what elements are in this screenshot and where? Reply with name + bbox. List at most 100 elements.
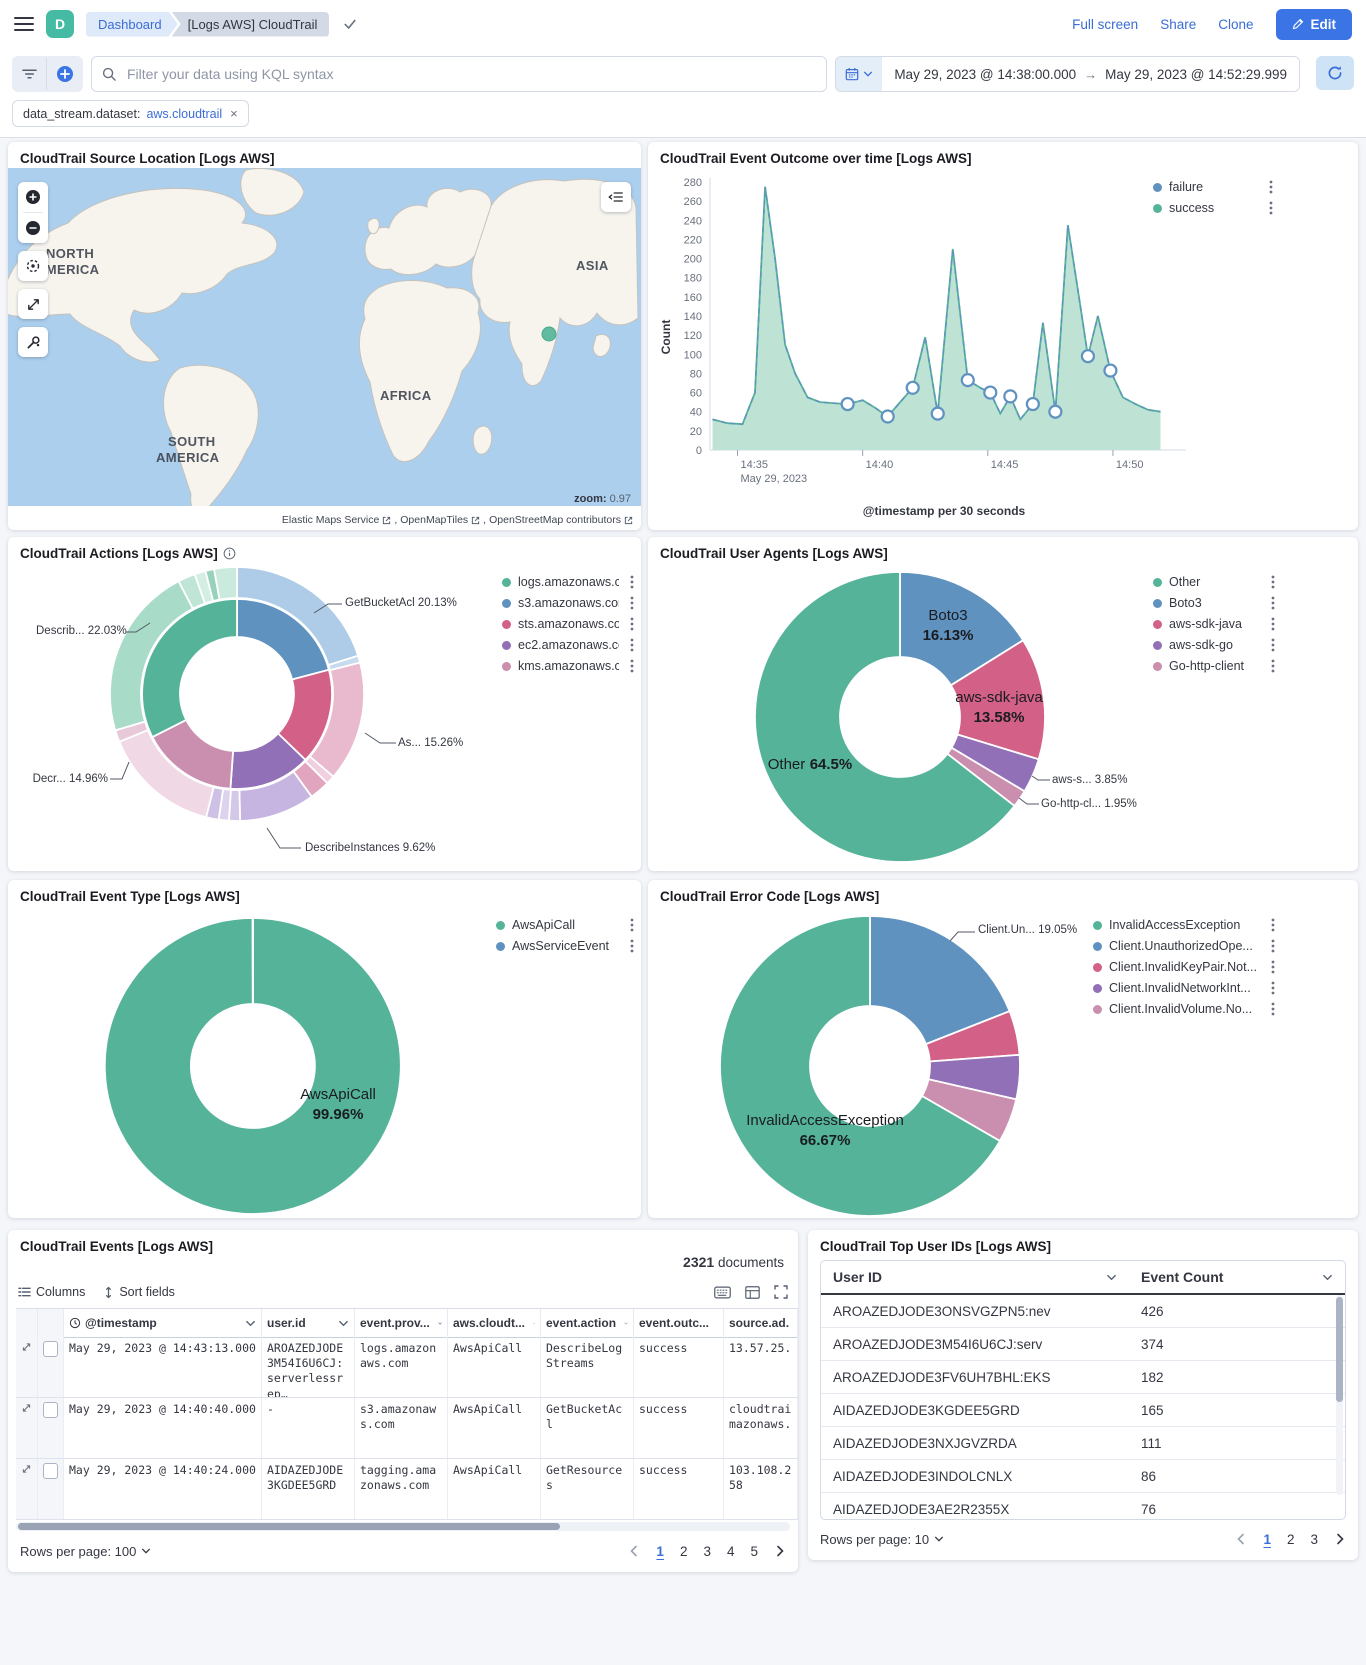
legend-item[interactable]: InvalidAccessException [1093,918,1275,932]
table-row[interactable]: AIDAZEDJODE3INDOLCNLX86 [821,1460,1345,1493]
previous-page-icon[interactable] [628,1545,640,1557]
legend-menu-icon[interactable] [1271,596,1275,610]
table-row[interactable]: May 29, 2023 @ 14:40:40.000-s3.amazonaws… [16,1398,798,1459]
page-number-4[interactable]: 4 [727,1544,735,1559]
table-row[interactable]: AIDAZEDJODE3AE2R2355X76 [821,1493,1345,1520]
legend-item[interactable]: success [1153,201,1273,215]
legend-menu-icon[interactable] [1271,960,1275,974]
table-row[interactable]: AIDAZEDJODE3KGDEE5GRD165 [821,1394,1345,1427]
legend-menu-icon[interactable] [630,659,634,673]
edit-button[interactable]: Edit [1276,9,1353,40]
legend-item[interactable]: Go-http-client [1153,659,1275,673]
legend-menu-icon[interactable] [1269,201,1273,215]
legend-item[interactable]: Client.UnauthorizedOpe... [1093,939,1275,953]
row-checkbox[interactable] [43,1463,58,1479]
failure-data-point[interactable] [1104,365,1116,377]
space-avatar[interactable]: D [46,10,74,38]
map-legend-toggle-button[interactable] [601,182,631,212]
expand-row-icon[interactable] [16,1337,38,1397]
page-number-1[interactable]: 1 [1263,1532,1271,1547]
legend-menu-icon[interactable] [630,575,634,589]
date-range-start[interactable]: May 29, 2023 @ 14:38:00.000 [894,67,1076,82]
failure-data-point[interactable] [962,374,974,386]
column-header-user-id[interactable]: User ID [821,1261,1129,1293]
row-checkbox[interactable] [43,1402,58,1418]
breadcrumb-dashboard[interactable]: Dashboard [86,12,178,37]
legend-item[interactable]: kms.amazonaws.com [502,659,634,673]
rows-per-page-selector[interactable]: Rows per page: 10 [820,1532,944,1547]
add-filter-button[interactable] [47,58,83,90]
legend-menu-icon[interactable] [630,617,634,631]
rows-per-page-selector[interactable]: Rows per page: 100 [20,1544,151,1559]
legend-menu-icon[interactable] [1271,918,1275,932]
legend-item[interactable]: s3.amazonaws.com [502,596,634,610]
column-header-source-ad-[interactable]: source.ad. [724,1309,798,1337]
legend-item[interactable]: Client.InvalidVolume.No... [1093,1002,1275,1016]
legend-item[interactable]: Client.InvalidNetworkInt... [1093,981,1275,995]
legend-item[interactable]: aws-sdk-go [1153,638,1275,652]
attribution-link[interactable]: Elastic Maps Service [282,514,379,526]
table-row[interactable]: May 29, 2023 @ 14:43:13.000AROAZEDJODE3M… [16,1337,798,1398]
legend-menu-icon[interactable] [1269,180,1273,194]
failure-data-point[interactable] [907,382,919,394]
map-zoom-in-button[interactable] [18,182,48,212]
map-fit-bounds-button[interactable] [18,289,48,319]
legend-menu-icon[interactable] [1271,939,1275,953]
map-locate-button[interactable] [18,251,48,281]
failure-data-point[interactable] [1049,406,1061,418]
table-row[interactable]: AROAZEDJODE3FV6UH7BHL:EKS182 [821,1361,1345,1394]
legend-item[interactable]: Boto3 [1153,596,1275,610]
legend-item[interactable]: Client.InvalidKeyPair.Not... [1093,960,1275,974]
table-row[interactable]: AIDAZEDJODE3NXJGVZRDA111 [821,1427,1345,1460]
failure-data-point[interactable] [1082,350,1094,362]
attribution-link[interactable]: OpenMapTiles [400,514,468,526]
map-zoom-out-button[interactable] [18,213,48,243]
row-checkbox[interactable] [43,1341,58,1357]
filter-menu-icon[interactable] [12,58,47,90]
outcome-area-chart[interactable]: 0204060801001201401601802002202402602801… [652,168,1192,498]
map-data-point[interactable] [542,327,556,341]
sort-fields-button[interactable]: Sort fields [103,1285,175,1299]
legend-item[interactable]: AwsServiceEvent [496,939,634,953]
page-number-2[interactable]: 2 [680,1544,688,1559]
column-header-aws-cloudt-[interactable]: aws.cloudt... [448,1309,541,1337]
column-header-event-outc-[interactable]: event.outc... [634,1309,724,1337]
previous-page-icon[interactable] [1235,1533,1247,1545]
next-page-icon[interactable] [774,1545,786,1557]
kql-search-box[interactable] [91,56,827,92]
legend-menu-icon[interactable] [630,596,634,610]
column-header-event-count[interactable]: Event Count [1129,1261,1345,1293]
scrollbar-thumb[interactable] [1336,1297,1343,1402]
legend-menu-icon[interactable] [1271,575,1275,589]
map-tools-button[interactable] [18,327,48,357]
table-row[interactable]: AROAZEDJODE3M54I6U6CJ:serv374 [821,1328,1345,1361]
column-header-event-action[interactable]: event.action [541,1309,634,1337]
expand-row-icon[interactable] [16,1459,38,1519]
legend-item[interactable]: sts.amazonaws.com [502,617,634,631]
legend-item[interactable]: ec2.amazonaws.com [502,638,634,652]
menu-hamburger-icon[interactable] [14,17,34,31]
attribution-link[interactable]: OpenStreetMap contributors [489,514,621,526]
fullscreen-icon[interactable] [774,1285,788,1299]
failure-data-point[interactable] [1004,390,1016,402]
column-header-user-id[interactable]: user.id [262,1309,355,1337]
vertical-scrollbar[interactable] [1336,1295,1343,1495]
legend-item[interactable]: logs.amazonaws.com [502,575,634,589]
page-number-3[interactable]: 3 [703,1544,711,1559]
legend-item[interactable]: aws-sdk-java [1153,617,1275,631]
legend-menu-icon[interactable] [630,939,634,953]
legend-menu-icon[interactable] [1271,1002,1275,1016]
legend-menu-icon[interactable] [1271,617,1275,631]
legend-menu-icon[interactable] [1271,981,1275,995]
legend-menu-icon[interactable] [1271,638,1275,652]
date-range-end[interactable]: May 29, 2023 @ 14:52:29.999 [1105,67,1287,82]
next-page-icon[interactable] [1334,1533,1346,1545]
refresh-button[interactable] [1316,56,1354,90]
share-button[interactable]: Share [1160,17,1196,32]
columns-button[interactable]: Columns [18,1285,85,1299]
keyboard-shortcuts-icon[interactable] [714,1286,731,1299]
failure-data-point[interactable] [1027,398,1039,410]
failure-data-point[interactable] [984,387,996,399]
page-number-5[interactable]: 5 [750,1544,758,1559]
legend-menu-icon[interactable] [1271,659,1275,673]
